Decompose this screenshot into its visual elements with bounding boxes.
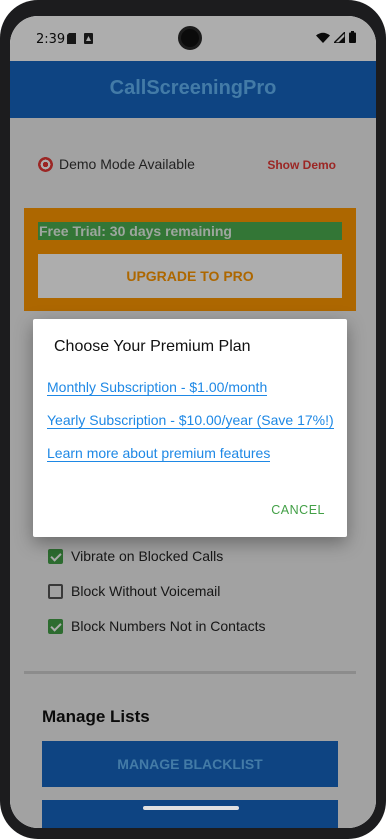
yearly-plan-link[interactable]: Yearly Subscription - $10.00/year (Save … — [47, 412, 334, 429]
premium-plan-dialog: Choose Your Premium Plan Monthly Subscri… — [33, 319, 347, 537]
learn-more-link[interactable]: Learn more about premium features — [47, 445, 271, 462]
cancel-button[interactable]: CANCEL — [271, 503, 325, 517]
dialog-title: Choose Your Premium Plan — [54, 338, 251, 355]
monthly-plan-link[interactable]: Monthly Subscription - $1.00/month — [47, 379, 268, 396]
phone-frame: 2:39 CallScreeningPro Demo Mode Availabl… — [0, 0, 386, 839]
home-indicator[interactable] — [143, 806, 239, 810]
screen: 2:39 CallScreeningPro Demo Mode Availabl… — [10, 16, 376, 828]
